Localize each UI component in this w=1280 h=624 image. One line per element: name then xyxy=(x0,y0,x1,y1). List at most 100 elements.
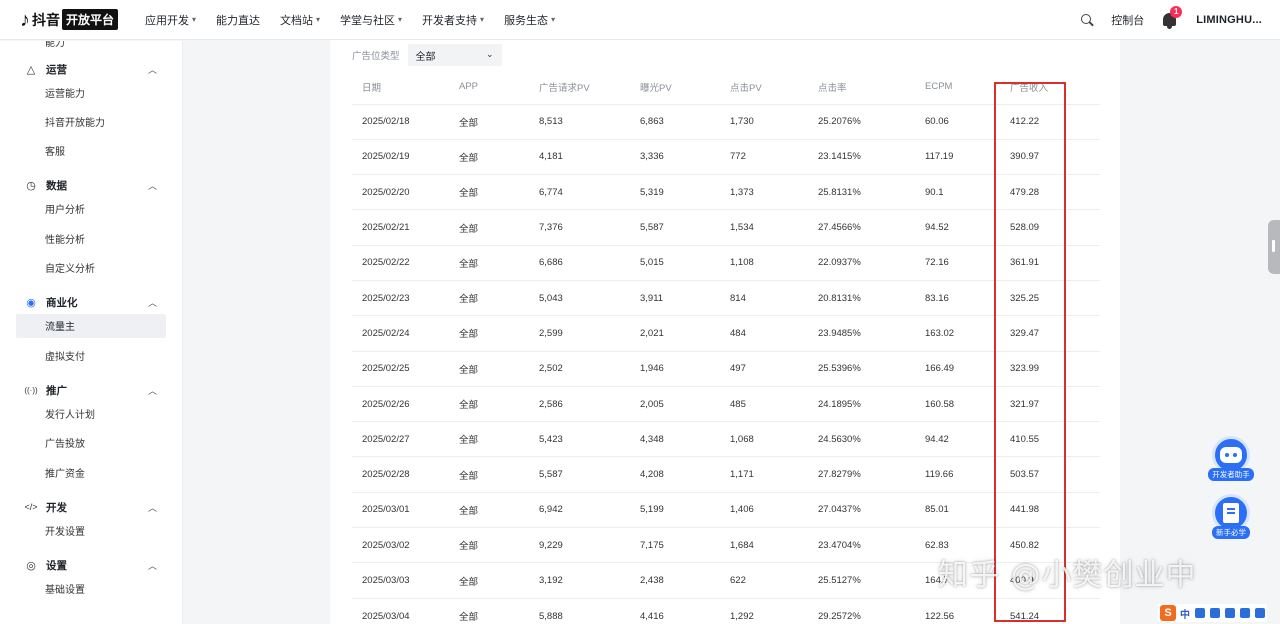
nav-item-label: 学堂与社区 xyxy=(340,14,396,27)
beginner-guide-label: 新手必学 xyxy=(1212,526,1250,539)
chevron-down-icon: ▾ xyxy=(398,15,403,24)
table-cell: 772 xyxy=(720,138,808,175)
sidebar-item-cut-off[interactable]: 能力 xyxy=(45,41,65,49)
table-cell: 2,586 xyxy=(529,385,630,422)
table-cell: 4,416 xyxy=(630,597,720,624)
table-row: 2025/02/22 全部 6,686 5,015 1,108 22.0937% 72.16… xyxy=(352,244,1100,281)
ime-toolbar[interactable]: S 中 xyxy=(1158,604,1267,622)
nav-item[interactable]: 开发者支持 ▾ xyxy=(422,12,484,28)
table-cell: 25.5396% xyxy=(808,350,915,387)
table-cell: 441.98 xyxy=(1000,491,1100,528)
ime-tool-icon[interactable] xyxy=(1225,608,1235,618)
chevron-up-icon[interactable]: ︿ xyxy=(148,384,157,397)
page-scrollbar-handle[interactable] xyxy=(1268,220,1280,274)
ime-tool-icon[interactable] xyxy=(1255,608,1265,618)
douyin-open-platform-logo[interactable]: ♪ 抖音 开放平台 xyxy=(20,9,132,30)
table-cell: 503.57 xyxy=(1000,456,1100,493)
sidebar-item[interactable]: 广告投放 xyxy=(16,431,166,455)
nav-item[interactable]: 能力直达 xyxy=(216,12,260,28)
sidebar-group-title: 商业化 xyxy=(46,297,78,310)
sidebar-group[interactable]: ◷ 数据 ︿ xyxy=(0,176,182,196)
nav-item[interactable]: 文档站 ▾ xyxy=(280,12,320,28)
table-cell: 2025/03/01 xyxy=(352,491,449,528)
table-cell: 4,181 xyxy=(529,138,630,175)
table-cell: 全部 xyxy=(449,456,529,493)
table-cell: 23.1415% xyxy=(808,138,915,175)
console-link[interactable]: 控制台 xyxy=(1111,12,1144,28)
sidebar-item[interactable]: 性能分析 xyxy=(16,226,166,250)
notification-button[interactable]: 1 xyxy=(1160,6,1183,30)
table-row: 2025/02/20 全部 6,774 5,319 1,373 25.8131% 90.1 4… xyxy=(352,174,1100,210)
table-cell: 5,423 xyxy=(529,421,630,457)
table-cell: 94.42 xyxy=(915,421,1000,457)
code-icon: </> xyxy=(24,502,38,513)
table-cell: 2,021 xyxy=(630,315,720,352)
ad-revenue-table: 日期 APP 广告请求PV 曝光PV 点击PV 点击率 ECPM 广告收入 2025/02/1… xyxy=(352,70,1100,624)
sidebar-item[interactable]: 虚拟支付 xyxy=(16,343,166,367)
table-cell: 484 xyxy=(720,315,808,352)
table-cell: 23.4704% xyxy=(808,527,915,563)
sidebar-item[interactable]: 客服 xyxy=(16,139,166,163)
header-actions: 控制台 1 LIMINGHU... xyxy=(1077,0,1280,40)
sidebar-group[interactable]: ◎ 设置 ︿ xyxy=(0,556,182,576)
table-cell: 1,534 xyxy=(720,209,808,246)
chevron-up-icon[interactable]: ︿ xyxy=(148,501,157,514)
sidebar-item[interactable]: 抖音开放能力 xyxy=(16,109,166,133)
nav-item[interactable]: 学堂与社区 ▾ xyxy=(340,12,402,28)
search-icon[interactable] xyxy=(1077,10,1097,30)
chevron-up-icon[interactable]: ︿ xyxy=(148,63,157,76)
beginner-guide-button[interactable]: 新手必学 xyxy=(1206,494,1256,539)
ad-slot-type-select[interactable]: 全部 ⌄ xyxy=(407,44,502,66)
nav-item[interactable]: 应用开发 ▾ xyxy=(145,12,196,28)
chevron-up-icon[interactable]: ︿ xyxy=(148,559,157,572)
sidebar-item[interactable]: 基础设置 xyxy=(16,577,166,601)
sidebar-group[interactable]: ◉ 商业化 ︿ xyxy=(0,293,182,313)
ime-mode[interactable]: 中 xyxy=(1180,606,1190,621)
table-cell: 2,005 xyxy=(630,385,720,422)
sogou-ime-logo-icon: S xyxy=(1160,605,1176,621)
table-cell: 329.47 xyxy=(1000,315,1100,352)
sidebar-group[interactable]: </> 开发 ︿ xyxy=(0,497,182,517)
table-cell: 2025/02/19 xyxy=(352,138,449,175)
user-menu[interactable]: LIMINGHU... xyxy=(1196,14,1262,26)
sidebar-item[interactable]: 发行人计划 xyxy=(16,401,166,425)
table-cell: 全部 xyxy=(449,491,529,528)
sidebar-item[interactable]: 运营能力 xyxy=(16,80,166,104)
chevron-up-icon[interactable]: ︿ xyxy=(148,179,157,192)
table-header-row: 日期 APP 广告请求PV 曝光PV 点击PV 点击率 ECPM 广告收入 xyxy=(352,70,1100,104)
table-cell: 全部 xyxy=(449,350,529,387)
table-cell: 412.22 xyxy=(1000,103,1100,140)
sidebar-group[interactable]: △ 运营 ︿ xyxy=(0,59,182,79)
table-cell: 2025/02/18 xyxy=(352,103,449,140)
table-cell: 3,192 xyxy=(529,562,630,599)
table-cell: 全部 xyxy=(449,421,529,457)
table-row: 2025/02/23 全部 5,043 3,911 814 20.8131% 83.16 32… xyxy=(352,279,1100,316)
sidebar-group[interactable]: ((·)) 推广 ︿ xyxy=(0,380,182,400)
ime-tool-icon[interactable] xyxy=(1240,608,1250,618)
filter-select-value: 全部 xyxy=(415,51,436,63)
table-row: 2025/03/01 全部 6,942 5,199 1,406 27.0437% 85.01… xyxy=(352,491,1100,528)
sidebar-item[interactable]: 推广资金 xyxy=(16,460,166,484)
douyin-logo-icon: ♪ xyxy=(20,8,30,31)
sidebar-item[interactable]: 用户分析 xyxy=(16,197,166,221)
table-cell: 814 xyxy=(720,279,808,316)
table-cell: 全部 xyxy=(449,562,529,599)
sidebar-item[interactable]: 开发设置 xyxy=(16,518,166,542)
nav-item[interactable]: 服务生态 ▾ xyxy=(504,12,555,28)
ime-tool-icon[interactable] xyxy=(1195,608,1205,618)
chevron-up-icon[interactable]: ︿ xyxy=(148,296,157,309)
table-cell: 1,108 xyxy=(720,244,808,281)
table-cell: 497 xyxy=(720,350,808,387)
sidebar-item[interactable]: 流量主 xyxy=(16,313,166,338)
ime-tool-icon[interactable] xyxy=(1210,608,1220,618)
column-header: 曝光PV xyxy=(640,82,672,94)
table-cell: 全部 xyxy=(449,527,529,563)
top-navigation-bar: ♪ 抖音 开放平台 应用开发 ▾ 能力直达 文档站 ▾ 学堂与社区 ▾ 开发者支持 ▾ 服务生态 ▾… xyxy=(0,0,1280,40)
table-cell: 1,730 xyxy=(720,103,808,140)
sidebar-group-title: 开发 xyxy=(46,501,67,514)
table-cell: 8,513 xyxy=(529,103,630,140)
sidebar-item[interactable]: 自定义分析 xyxy=(16,256,166,280)
table-cell: 3,911 xyxy=(630,279,720,316)
table-cell: 325.25 xyxy=(1000,279,1100,316)
developer-assistant-button[interactable]: 开发者助手 xyxy=(1206,436,1256,481)
